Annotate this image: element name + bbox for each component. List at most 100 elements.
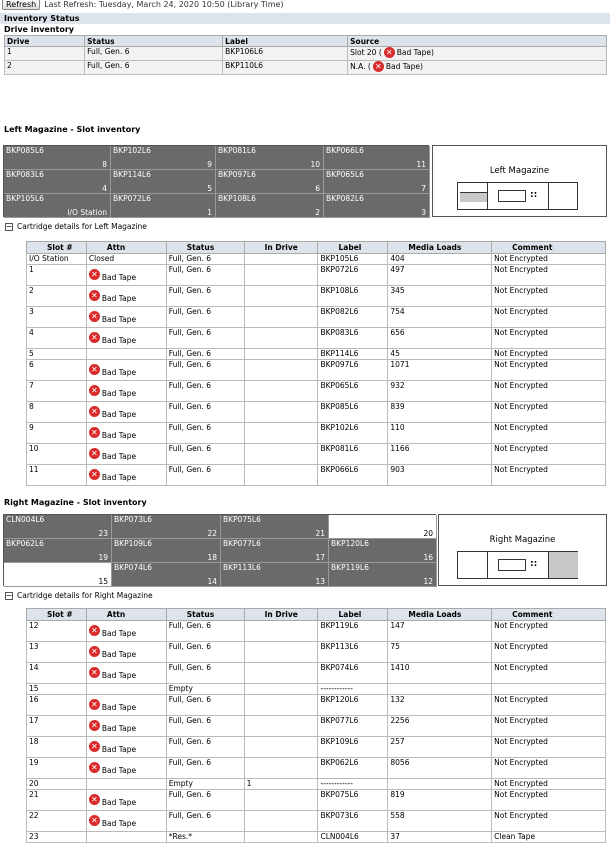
refresh-button[interactable]: Refresh xyxy=(2,0,41,10)
status-cell: Full, Gen. 6 xyxy=(165,253,245,265)
right-cartridge-details-toggle[interactable]: − Cartridge details for Right Magazine xyxy=(5,591,153,600)
table-row[interactable]: 2 ✕ Bad Tape Full, Gen. 6 BKP108L6 345 Not Enc… xyxy=(26,285,606,307)
table-row[interactable]: 1 ✕ Bad Tape Full, Gen. 6 BKP072L6 497 Not Enc… xyxy=(26,264,606,286)
error-x-icon: ✕ xyxy=(88,311,100,322)
slot-cell[interactable]: BKP113L6 13 xyxy=(221,563,329,587)
table-row[interactable]: 4 ✕ Bad Tape Full, Gen. 6 BKP083L6 656 Not Enc… xyxy=(26,327,606,349)
slot-cell[interactable]: BKP085L6 8 xyxy=(4,146,111,170)
slot-cell[interactable]: BKP077L6 17 xyxy=(221,539,329,563)
drive-cell xyxy=(243,380,319,402)
drive-source-cell: Slot 20 (✕ Bad Tape) xyxy=(347,46,607,61)
column-header: Attn xyxy=(85,608,167,621)
slot-label: BKP108L6 xyxy=(218,194,256,203)
slot-cell[interactable]: BKP073L6 22 xyxy=(112,515,221,539)
slot-cell[interactable]: BKP072L6 1 xyxy=(111,194,216,218)
slot-cell[interactable]: BKP083L6 4 xyxy=(4,170,111,194)
toolbar: Refresh Last Refresh: Tuesday, March 24,… xyxy=(0,0,610,13)
label-cell: BKP113L6 xyxy=(317,641,389,663)
slot-number: 6 xyxy=(315,184,320,193)
attn-cell: ✕ Bad Tape xyxy=(85,715,167,737)
comment-cell: Not Encrypted xyxy=(491,306,606,328)
comment-cell: Not Encrypted xyxy=(491,757,606,779)
attn-cell: ✕ Bad Tape xyxy=(85,464,167,486)
table-row[interactable]: 9 ✕ Bad Tape Full, Gen. 6 BKP102L6 110 Not Enc… xyxy=(26,422,606,444)
slot-cell[interactable]: 15 xyxy=(4,563,112,587)
right-magazine-panel: Right Magazine :: xyxy=(438,514,607,586)
slot-number: 22 xyxy=(207,529,217,538)
table-row: 1 Full, Gen. 6 BKP106L6 Slot 20 (✕ Bad Tape) xyxy=(3,46,607,61)
slot-label: BKP085L6 xyxy=(6,146,44,155)
slot-cell[interactable]: BKP102L6 9 xyxy=(111,146,216,170)
slot-cell[interactable]: BKP120L6 16 xyxy=(329,539,437,563)
slot-cell[interactable]: BKP066L6 11 xyxy=(324,146,430,170)
slot-cell[interactable]: BKP119L6 12 xyxy=(329,563,437,587)
table-row[interactable]: 21 ✕ Bad Tape Full, Gen. 6 BKP075L6 819 Not En… xyxy=(26,789,606,811)
slot-cell: 11 xyxy=(26,464,87,486)
table-row[interactable]: 5 Full, Gen. 6 BKP114L6 45 Not Encrypted xyxy=(26,348,606,360)
table-row[interactable]: 11 ✕ Bad Tape Full, Gen. 6 BKP066L6 903 Not En… xyxy=(26,464,606,486)
table-row[interactable]: 12 ✕ Bad Tape Full, Gen. 6 BKP119L6 147 Not En… xyxy=(26,620,606,642)
table-row[interactable]: 13 ✕ Bad Tape Full, Gen. 6 BKP113L6 75 Not Enc… xyxy=(26,641,606,663)
table-row[interactable]: 7 ✕ Bad Tape Full, Gen. 6 BKP065L6 932 Not Enc… xyxy=(26,380,606,402)
label-cell: BKP109L6 xyxy=(317,736,389,758)
table-row[interactable]: I/O Station Closed Full, Gen. 6 BKP105L6 404… xyxy=(26,253,606,265)
table-row[interactable]: 10 ✕ Bad Tape Full, Gen. 6 BKP081L6 1166 Not E… xyxy=(26,443,606,465)
slot-label: BKP073L6 xyxy=(114,515,152,524)
comment-cell: Not Encrypted xyxy=(491,348,606,360)
slot-cell: 10 xyxy=(26,443,87,465)
loads-cell: 819 xyxy=(387,789,493,811)
table-row[interactable]: 23 *Res.* CLN004L6 37 Clean Tape xyxy=(26,831,606,843)
slot-cell[interactable]: BKP062L6 19 xyxy=(4,539,112,563)
table-row[interactable]: 6 ✕ Bad Tape Full, Gen. 6 BKP097L6 1071 Not En… xyxy=(26,359,606,381)
slot-cell: 7 xyxy=(26,380,87,402)
collapse-minus-icon: − xyxy=(5,221,13,231)
table-row[interactable]: 22 ✕ Bad Tape Full, Gen. 6 BKP073L6 558 Not En… xyxy=(26,810,606,832)
table-row[interactable]: 18 ✕ Bad Tape Full, Gen. 6 BKP109L6 257 Not En… xyxy=(26,736,606,758)
status-cell: Full, Gen. 6 xyxy=(165,285,245,307)
label-cell: BKP066L6 xyxy=(317,464,389,486)
slot-cell: 6 xyxy=(26,359,87,381)
slot-cell[interactable]: BKP109L6 18 xyxy=(112,539,221,563)
slot-cell[interactable]: BKP065L6 7 xyxy=(324,170,430,194)
attn-badge: ✕ Bad Tape xyxy=(88,425,136,440)
left-cartridge-details-toggle[interactable]: − Cartridge details for Left Magazine xyxy=(5,222,147,231)
slot-label: BKP102L6 xyxy=(113,146,151,155)
table-row[interactable]: 19 ✕ Bad Tape Full, Gen. 6 BKP062L6 8056 Not E… xyxy=(26,757,606,779)
table-row[interactable]: 3 ✕ Bad Tape Full, Gen. 6 BKP082L6 754 Not Enc… xyxy=(26,306,606,328)
slot-cell[interactable]: BKP114L6 5 xyxy=(111,170,216,194)
table-row[interactable]: 20 Empty 1 ------------ Not Encrypted xyxy=(26,778,606,790)
table-row[interactable]: 14 ✕ Bad Tape Full, Gen. 6 BKP074L6 1410 Not E… xyxy=(26,662,606,684)
label-cell: BKP102L6 xyxy=(317,422,389,444)
slot-number: 23 xyxy=(98,529,108,538)
slot-cell[interactable]: BKP097L6 6 xyxy=(216,170,324,194)
slot-cell[interactable]: CLN004L6 23 xyxy=(4,515,112,539)
drive-cell xyxy=(243,694,319,716)
loads-cell: 404 xyxy=(387,253,493,265)
attn-text: Bad Tape xyxy=(101,273,137,282)
label-cell: BKP072L6 xyxy=(317,264,389,286)
slot-cell[interactable]: 20 xyxy=(329,515,437,539)
drive-cell xyxy=(243,264,319,286)
attn-badge: ✕ Bad Tape xyxy=(88,383,136,398)
attn-badge: ✕ Bad Tape xyxy=(88,309,136,324)
slot-cell: 22 xyxy=(26,810,87,832)
slot-cell[interactable]: BKP105L6 I/O Station xyxy=(4,194,111,218)
table-row[interactable]: 15 Empty ------------ xyxy=(26,683,606,695)
attn-badge: ✕ Bad Tape xyxy=(88,813,136,828)
column-header: Attn xyxy=(85,241,167,254)
loads-cell: 147 xyxy=(387,620,493,642)
slot-cell[interactable]: BKP075L6 21 xyxy=(221,515,329,539)
slot-cell[interactable]: BKP108L6 2 xyxy=(216,194,324,218)
attn-text: Bad Tape) xyxy=(385,62,423,71)
table-row[interactable]: 8 ✕ Bad Tape Full, Gen. 6 BKP085L6 839 Not Enc… xyxy=(26,401,606,423)
table-row[interactable]: 17 ✕ Bad Tape Full, Gen. 6 BKP077L6 2256 Not E… xyxy=(26,715,606,737)
comment-cell: Not Encrypted xyxy=(491,253,606,265)
status-cell: Full, Gen. 6 xyxy=(165,348,245,360)
slot-cell[interactable]: BKP081L6 10 xyxy=(216,146,324,170)
table-row[interactable]: 16 ✕ Bad Tape Full, Gen. 6 BKP120L6 132 Not En… xyxy=(26,694,606,716)
status-cell: Full, Gen. 6 xyxy=(165,401,245,423)
right-cartridge-table: Slot # Attn Status In Drive Label Media Loads… xyxy=(26,608,606,843)
slot-cell[interactable]: BKP074L6 14 xyxy=(112,563,221,587)
slot-cell[interactable]: BKP082L6 3 xyxy=(324,194,430,218)
column-header: Label xyxy=(317,241,389,254)
